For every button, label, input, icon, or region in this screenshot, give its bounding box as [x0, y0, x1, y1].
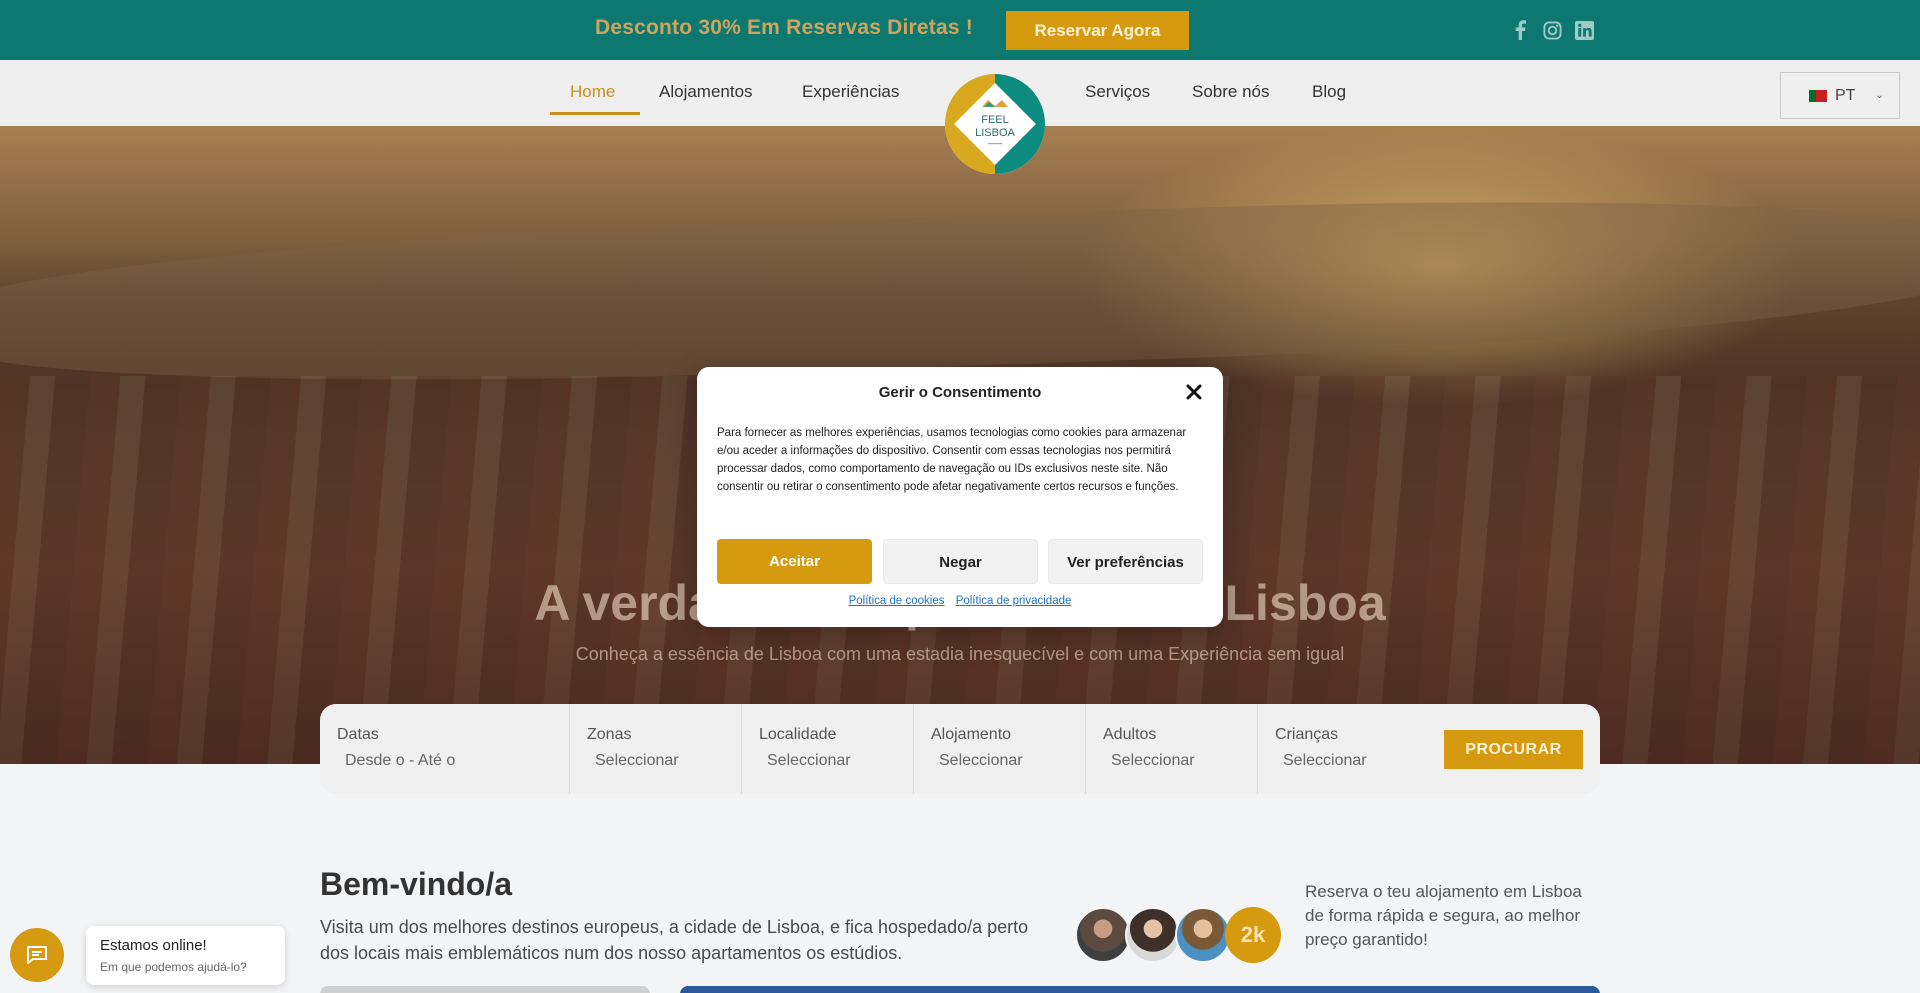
close-icon[interactable]: [1183, 381, 1205, 403]
privacy-policy-link[interactable]: Política de privacidade: [956, 595, 1072, 607]
instagram-icon[interactable]: [1542, 20, 1562, 40]
hero-subtitle: Conheça a essência de Lisboa com uma est…: [575, 644, 1345, 664]
consent-links: Política de cookies Política de privacid…: [697, 595, 1223, 607]
search-form: Datas Desde o - Até o Zonas Seleccionar …: [320, 704, 1600, 794]
cookie-consent-dialog: Gerir o Consentimento Para fornecer as m…: [697, 367, 1223, 627]
booking-tagline: Reserva o teu alojamento em Lisboa de fo…: [1305, 882, 1582, 949]
nav-alojamentos[interactable]: Alojamentos: [659, 82, 753, 102]
field-label: Alojamento: [931, 726, 1012, 743]
nav-experiencias[interactable]: Experiências: [802, 82, 899, 102]
field-label: Crianças: [1275, 726, 1339, 743]
accept-button[interactable]: Aceitar: [717, 539, 872, 584]
field-value: Seleccionar: [595, 752, 679, 769]
reserve-now-button[interactable]: Reservar Agora: [1006, 11, 1189, 50]
search-field-locality[interactable]: Localidade Seleccionar: [742, 704, 914, 794]
search-field-adults[interactable]: Adultos Seleccionar: [1086, 704, 1258, 794]
search-button[interactable]: PROCURAR: [1444, 730, 1583, 769]
customer-count-badge: 2k: [1225, 907, 1281, 963]
logo-text-lisboa: LISBOA: [975, 127, 1015, 139]
nav-active-indicator: [550, 112, 640, 115]
chat-icon: [27, 946, 47, 964]
linkedin-icon[interactable]: [1574, 20, 1594, 40]
welcome-text: Visita um dos melhores destinos europeus…: [320, 917, 1029, 963]
search-field-children[interactable]: Crianças Seleccionar: [1258, 704, 1430, 794]
portugal-flag-icon: [1809, 89, 1827, 102]
search-field-zones[interactable]: Zonas Seleccionar: [570, 704, 742, 794]
avatar: [1125, 907, 1181, 963]
field-value: Seleccionar: [767, 752, 851, 769]
logo-text-feel: FEEL: [981, 114, 1009, 126]
nav-servicos[interactable]: Serviços: [1085, 82, 1150, 102]
content-card: [320, 986, 650, 993]
field-value: Desde o - Até o: [345, 752, 456, 769]
search-field-accommodation[interactable]: Alojamento Seleccionar: [914, 704, 1086, 794]
search-field-dates[interactable]: Datas Desde o - Até o: [320, 704, 570, 794]
avatar: [1175, 907, 1231, 963]
field-value: Seleccionar: [939, 752, 1023, 769]
content-card: [680, 986, 1600, 993]
field-label: Localidade: [759, 726, 837, 743]
language-label: PT: [1835, 86, 1856, 104]
feel-lisboa-logo[interactable]: FEEL LISBOA: [944, 73, 1046, 175]
field-label: Zonas: [587, 726, 632, 743]
consent-text: Para fornecer as melhores experiências, …: [717, 427, 1187, 493]
field-value: Seleccionar: [1283, 752, 1367, 769]
chevron-down-icon: ⌄: [1875, 90, 1884, 101]
cookie-policy-link[interactable]: Política de cookies: [849, 595, 945, 607]
promo-text: Desconto 30% Em Reservas Diretas !: [595, 16, 973, 39]
social-links: [1510, 20, 1594, 40]
chat-subtitle: Em que podemos ajudá-lo?: [100, 960, 247, 974]
deny-button[interactable]: Negar: [883, 539, 1038, 584]
nav-blog[interactable]: Blog: [1312, 82, 1346, 102]
language-selector[interactable]: PT ⌄: [1780, 72, 1900, 119]
chat-button[interactable]: [10, 928, 64, 982]
top-promo-bar: Desconto 30% Em Reservas Diretas ! Reser…: [0, 0, 1920, 60]
facebook-icon[interactable]: [1510, 20, 1530, 40]
field-label: Adultos: [1103, 726, 1157, 743]
chat-title: Estamos online!: [100, 937, 207, 954]
chat-greeting-bubble[interactable]: Estamos online! Em que podemos ajudá-lo?: [86, 926, 285, 985]
welcome-title: Bem-vindo/a: [320, 866, 513, 902]
view-preferences-button[interactable]: Ver preferências: [1048, 539, 1203, 584]
nav-sobre-nos[interactable]: Sobre nós: [1192, 82, 1270, 102]
nav-home[interactable]: Home: [570, 82, 615, 102]
field-value: Seleccionar: [1111, 752, 1195, 769]
avatar: [1075, 907, 1131, 963]
field-label: Datas: [337, 726, 379, 743]
consent-title: Gerir o Consentimento: [878, 384, 1042, 401]
